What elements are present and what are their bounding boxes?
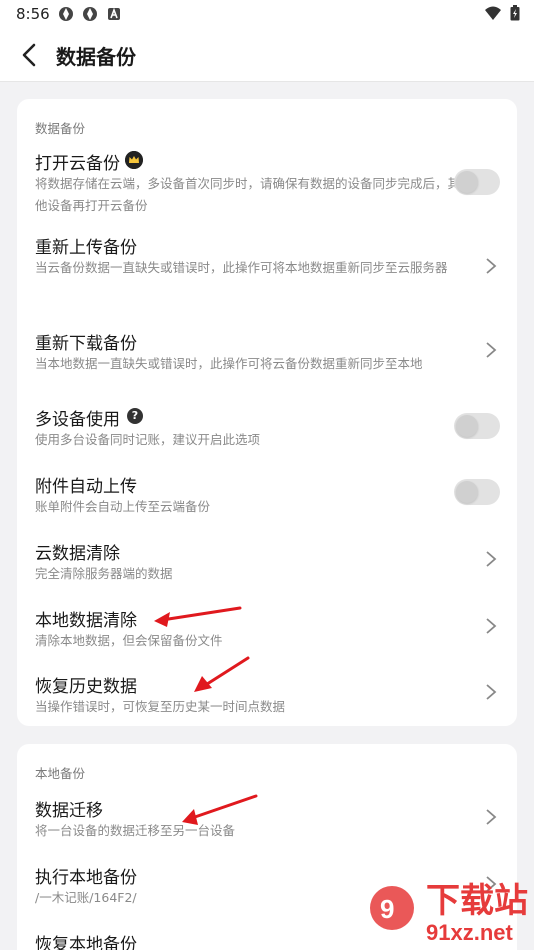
row-attachment-upload: 附件自动上传 账单附件会自动上传至云端备份 [17, 466, 517, 526]
annotation-arrow [182, 794, 258, 825]
cloud-backup-card: 数据备份 打开云备份 将数据存储在云端，多设备首次同步时，请确保有数据的设备同步… [17, 99, 517, 726]
row-desc: 当操作错误时，可恢复至历史某一时间点数据 [35, 699, 286, 714]
annotation-arrow [154, 606, 242, 627]
battery-icon [510, 5, 520, 21]
chevron-right-icon [486, 342, 497, 358]
row-multi-device: 多设备使用 ? 使用多台设备同时记账，建议开启此选项 [17, 399, 517, 459]
row-cloud-data-clear[interactable]: 云数据清除 完全清除服务器端的数据 [17, 533, 517, 593]
row-data-migration[interactable]: 数据迁移 将一台设备的数据迁移至另一台设备 [17, 790, 517, 850]
row-desc: 当本地数据一直缺失或错误时，此操作可将云备份数据重新同步至本地 [35, 356, 423, 371]
row-restore-history[interactable]: 恢复历史数据 当操作错误时，可恢复至历史某一时间点数据 [17, 666, 517, 726]
row-title: 执行本地备份 [35, 868, 137, 888]
watermark-title: 下载站 [426, 882, 528, 920]
wifi-icon [485, 6, 501, 20]
row-title: 重新下载备份 [35, 334, 137, 354]
row-title: 本地数据清除 [35, 611, 137, 631]
row-title: 云数据清除 [35, 544, 120, 564]
help-icon[interactable]: ? [127, 408, 143, 424]
app-header: 数据备份 [0, 28, 534, 82]
row-title: 重新上传备份 [35, 238, 137, 258]
row-cloud-backup: 打开云备份 将数据存储在云端，多设备首次同步时，请确保有数据的设备同步完成后，其… [17, 143, 517, 221]
toggle-knob [456, 171, 478, 193]
chevron-right-icon [486, 618, 497, 634]
section-label: 本地备份 [35, 766, 86, 781]
chevron-right-icon [486, 258, 497, 274]
row-title: 附件自动上传 [35, 477, 137, 497]
row-title: 多设备使用 [35, 410, 120, 430]
watermark-url: 91xz.net [426, 920, 513, 945]
cloud-backup-toggle[interactable] [454, 169, 500, 195]
toggle-knob [456, 481, 478, 503]
site-watermark-logo: 9 下载站 91xz.net [370, 882, 528, 945]
page-title: 数据备份 [56, 45, 136, 69]
row-local-data-clear[interactable]: 本地数据清除 清除本地数据，但会保留备份文件 [17, 600, 517, 660]
section-label: 数据备份 [35, 121, 86, 136]
back-arrow-icon[interactable] [16, 41, 44, 69]
annotation-arrow [194, 656, 250, 692]
status-time: 8:56 [16, 5, 50, 23]
crown-icon [125, 151, 143, 169]
row-redownload-backup[interactable]: 重新下载备份 当本地数据一直缺失或错误时，此操作可将云备份数据重新同步至本地 [17, 323, 517, 383]
notification-icons [58, 6, 122, 22]
chevron-right-icon [486, 684, 497, 700]
a-notification-icon [108, 7, 120, 20]
app-notification-icon [59, 7, 73, 21]
row-desc: 完全清除服务器端的数据 [35, 566, 173, 581]
row-desc: 账单附件会自动上传至云端备份 [35, 499, 211, 514]
row-title: 数据迁移 [35, 801, 103, 821]
row-desc: 清除本地数据，但会保留备份文件 [35, 633, 223, 648]
row-title: 恢复本地备份 [35, 935, 137, 950]
chevron-right-icon [486, 809, 497, 825]
row-reupload-backup[interactable]: 重新上传备份 当云备份数据一直缺失或错误时，此操作可将本地数据重新同步至云服务器 [17, 227, 517, 307]
row-desc: 当云备份数据一直缺失或错误时，此操作可将本地数据重新同步至云服务器 [35, 260, 448, 275]
chevron-right-icon [486, 551, 497, 567]
row-title: 恢复历史数据 [35, 677, 137, 697]
attachment-upload-toggle[interactable] [454, 479, 500, 505]
app-notification-icon [83, 7, 97, 21]
row-title: 打开云备份 [35, 154, 120, 174]
status-bar: 8:56 [0, 0, 534, 28]
row-desc: 将数据存储在云端，多设备首次同步时，请确保有数据的设备同步完成后，其他设备再打开… [35, 176, 461, 213]
system-icons [484, 5, 520, 21]
multi-device-toggle[interactable] [454, 413, 500, 439]
svg-text:9: 9 [380, 894, 394, 924]
row-desc: 使用多台设备同时记账，建议开启此选项 [35, 432, 261, 447]
toggle-knob [456, 415, 478, 437]
